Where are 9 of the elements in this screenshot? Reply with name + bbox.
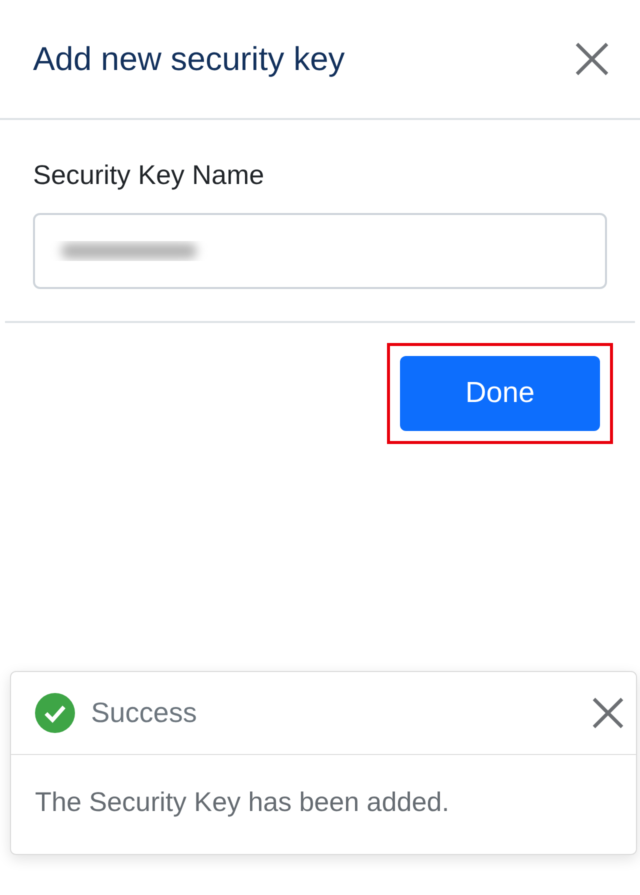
field-label: Security Key Name <box>33 160 266 191</box>
close-icon[interactable] <box>592 697 624 729</box>
check-icon <box>35 693 75 733</box>
toast-title: Success <box>91 697 198 729</box>
close-icon[interactable] <box>575 42 609 76</box>
done-button[interactable]: Done <box>400 356 600 431</box>
toast-message: The Security Key has been added. <box>34 786 450 819</box>
dialog-title: Add new security key <box>33 40 345 78</box>
name-field[interactable] <box>33 213 607 289</box>
